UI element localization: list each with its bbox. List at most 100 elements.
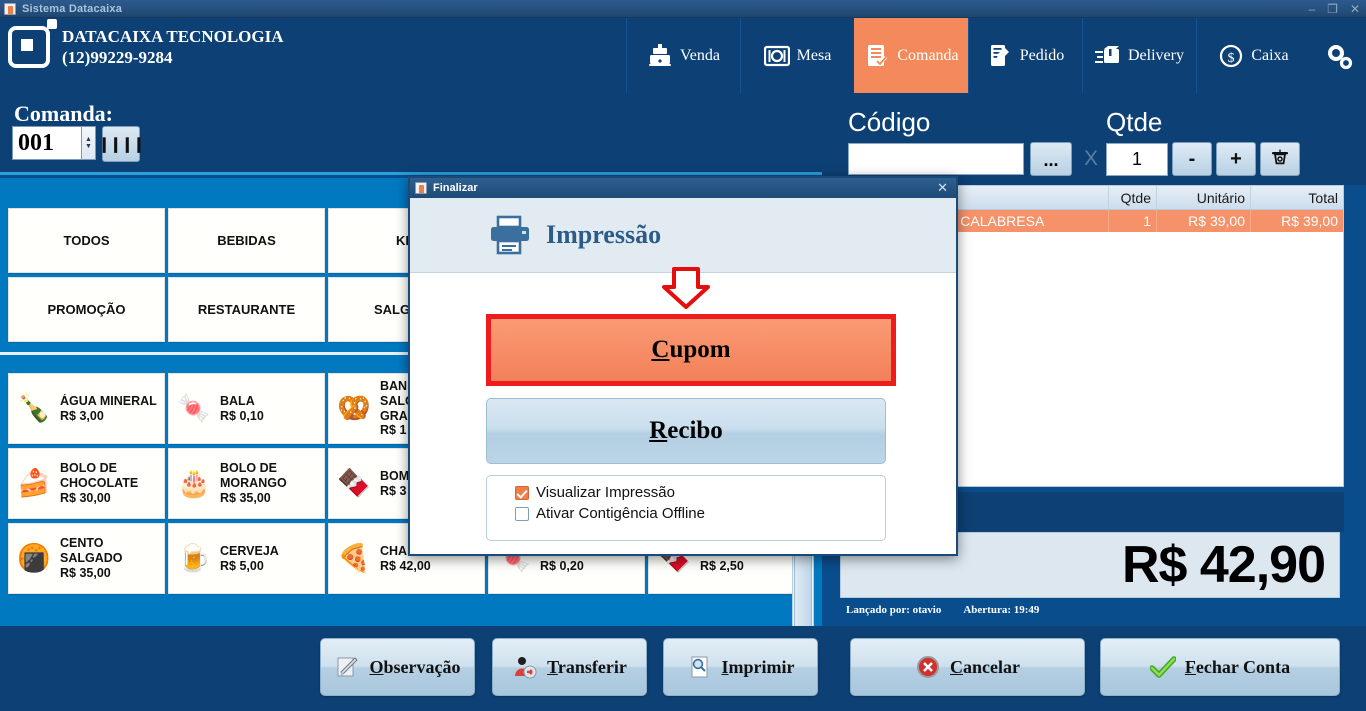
opened-at: Abertura: 19:49	[963, 604, 1040, 616]
green-check-icon	[1149, 654, 1176, 680]
pizza-slice-icon: 🍕	[337, 543, 371, 573]
dialog-body: Cupom Recibo Visualizar Impressão Ativar…	[410, 267, 956, 554]
observacao-label: Observação	[369, 656, 461, 677]
nav-label-venda: Venda	[680, 46, 720, 64]
product-agua-mineral[interactable]: 🍾 ÁGUA MINERAL R$ 3,00	[8, 373, 165, 444]
recibo-label: Recibo	[649, 417, 723, 444]
finalizar-dialog[interactable]: Finalizar ✕ Impressão Cupom Recibo Visua…	[408, 176, 958, 556]
code-browse-button[interactable]: ...	[1030, 142, 1072, 176]
comanda-label: Comanda:	[14, 101, 114, 126]
recibo-button[interactable]: Recibo	[486, 398, 886, 464]
cancelar-button[interactable]: Cancelar	[850, 638, 1085, 696]
dialog-header: Impressão	[410, 198, 956, 273]
checkbox-unchecked-icon[interactable]	[515, 506, 529, 521]
strawberry-cake-icon: 🎂	[177, 468, 211, 498]
product-cento-salgado[interactable]: 🍘 CENTO SALGADO R$ 35,00	[8, 523, 165, 594]
column-total: Total	[1308, 189, 1338, 206]
product-price: R$ 35,00	[220, 490, 271, 505]
multiply-symbol: X	[1084, 147, 1099, 170]
quantity-minus-button[interactable]: -	[1172, 142, 1212, 176]
quantity-input[interactable]: 1	[1106, 143, 1168, 176]
plate-cutlery-icon	[763, 44, 790, 68]
product-price: R$ 42,00	[380, 558, 431, 573]
product-cerveja[interactable]: 🍺 CERVEJA R$ 5,00	[168, 523, 325, 594]
red-x-circle-icon	[915, 654, 941, 680]
main-nav[interactable]: Venda Mesa Comanda Pedido Delivery $ Cai…	[626, 18, 1366, 93]
quantity-plus-button[interactable]: +	[1216, 142, 1256, 176]
product-name: ÁGUA MINERAL	[60, 393, 157, 408]
nav-label-mesa: Mesa	[796, 46, 832, 64]
product-bala[interactable]: 🍬 BALA R$ 0,10	[168, 373, 325, 444]
fechar-conta-label: Fechar Conta	[1184, 656, 1291, 677]
dialog-heading: Impressão	[546, 220, 662, 249]
gears-icon	[1325, 44, 1353, 69]
category-todos[interactable]: TODOS	[8, 208, 165, 273]
nav-tab-pedido[interactable]: Pedido	[968, 18, 1082, 93]
product-bolo-de-morango[interactable]: 🎂 BOLO DE MORANGO R$ 35,00	[168, 448, 325, 519]
product-price: R$ 0,20	[540, 558, 584, 573]
launched-by: Lançado por: otavio	[846, 604, 942, 616]
user-transfer-icon	[512, 654, 538, 680]
quantity-label: Qtde	[1106, 107, 1163, 137]
nav-tab-mesa[interactable]: Mesa	[740, 18, 854, 93]
nav-label-pedido: Pedido	[1019, 46, 1065, 64]
fechar-conta-button[interactable]: Fechar Conta	[1100, 638, 1340, 696]
transferir-button[interactable]: Transferir	[492, 638, 647, 696]
brand-block: DATACAIXA TECNOLOGIA (12)99229-9284	[8, 19, 284, 69]
order-pencil-icon	[987, 44, 1013, 68]
product-price: R$ 35,00	[60, 565, 111, 580]
total-value: R$ 42,90	[1121, 536, 1326, 594]
code-input[interactable]	[848, 143, 1024, 175]
cupom-button[interactable]: Cupom	[486, 314, 896, 386]
print-options-group: Visualizar Impressão Ativar Contigência …	[486, 475, 886, 541]
comanda-info-bar: Comanda: 001 ▲▼ ❙❙❙❙ GARÇOM 1 JOSÉ SILVA…	[0, 93, 822, 255]
nav-tab-venda[interactable]: Venda	[626, 18, 740, 93]
nav-tab-caixa[interactable]: $ Caixa	[1196, 18, 1310, 93]
nav-tab-delivery[interactable]: Delivery	[1082, 18, 1196, 93]
scale-icon[interactable]	[1260, 142, 1300, 176]
category-restaurante[interactable]: RESTAURANTE	[168, 277, 325, 342]
minimize-button[interactable]: –	[1308, 3, 1315, 15]
product-price: R$ 30,00	[60, 490, 111, 505]
dollar-circle-icon: $	[1218, 44, 1244, 68]
app-header: DATACAIXA TECNOLOGIA (12)99229-9284 Vend…	[0, 18, 1366, 93]
category-bebidas[interactable]: BEBIDAS	[168, 208, 325, 273]
comanda-number-stepper[interactable]: ▲ ▼	[82, 126, 96, 160]
checkbox-checked-icon[interactable]	[515, 485, 529, 500]
checkbox-ativar-contigencia-offline[interactable]: Ativar Contigência Offline	[515, 505, 885, 522]
close-button[interactable]: ✕	[1350, 3, 1360, 15]
product-name: BOLO DE MORANGO	[220, 461, 287, 491]
transferir-label: Transferir	[547, 656, 627, 677]
restore-button[interactable]: ❐	[1327, 3, 1338, 15]
dialog-close-button[interactable]: ✕	[937, 180, 948, 195]
column-unitario: Unitário	[1157, 186, 1251, 209]
product-price: R$ 1	[380, 423, 407, 438]
chocolate-cake-icon: 🍰	[17, 468, 51, 498]
product-name: CENTO SALGADO	[60, 536, 123, 566]
comanda-number-input[interactable]: 001	[12, 126, 82, 160]
nav-tab-comanda[interactable]: Comanda	[854, 18, 968, 93]
down-arrow-icon	[658, 267, 714, 309]
imprimir-button[interactable]: Imprimir	[663, 638, 818, 696]
delivery-box-icon	[1095, 44, 1121, 68]
brand-text: DATACAIXA TECNOLOGIA (12)99229-9284	[62, 26, 284, 69]
checkbox-label: Visualizar Impressão	[536, 484, 675, 501]
category-promocao[interactable]: PROMOÇÃO	[8, 277, 165, 342]
product-price: R$ 3	[380, 483, 407, 498]
item-entry-panel: Código ... X Qtde 1 - +	[822, 93, 1366, 185]
bonbon-icon: 🍫	[337, 468, 371, 498]
barcode-icon[interactable]: ❙❙❙❙	[98, 126, 145, 162]
product-bolo-de-chocolate[interactable]: 🍰 BOLO DE CHOCOLATE R$ 30,00	[8, 448, 165, 519]
checkbox-visualizar-impressao[interactable]: Visualizar Impressão	[515, 484, 885, 501]
company-phone: (12)99229-9284	[62, 48, 173, 68]
comanda-number-group[interactable]: 001 ▲ ▼ ❙❙❙❙	[12, 126, 145, 162]
window-title-bar: Sistema Datacaixa – ❐ ✕	[0, 0, 1366, 18]
settings-button[interactable]	[1310, 18, 1366, 93]
app-icon	[4, 2, 16, 15]
window-title: Sistema Datacaixa	[22, 2, 123, 15]
observacao-button[interactable]: Observação	[320, 638, 475, 696]
dialog-app-icon	[415, 182, 427, 194]
product-price: R$ 3,00	[60, 408, 104, 423]
window-controls[interactable]: – ❐ ✕	[1308, 0, 1360, 18]
product-name: BALA	[220, 393, 255, 408]
